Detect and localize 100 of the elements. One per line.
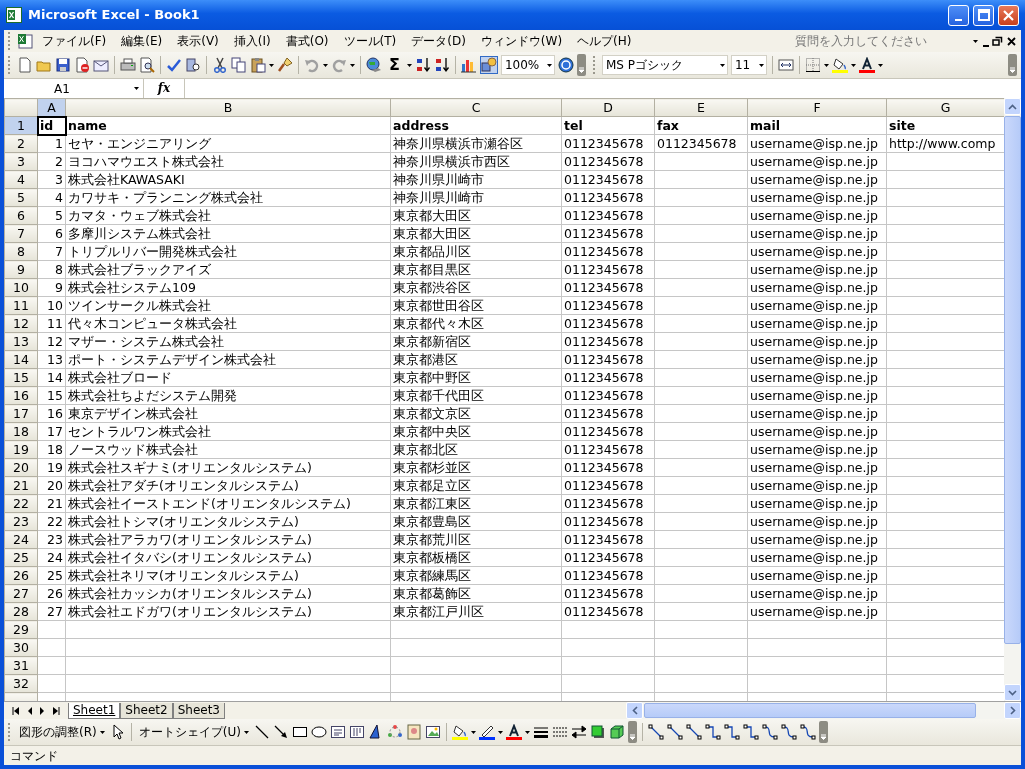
maximize-button[interactable] xyxy=(973,4,994,26)
restore-icon[interactable] xyxy=(992,35,1003,47)
caret-icon[interactable] xyxy=(546,63,552,67)
rectangle-icon[interactable] xyxy=(291,724,308,740)
sort-ascending-icon[interactable] xyxy=(414,57,431,73)
first-sheet-icon[interactable] xyxy=(12,706,19,715)
vertical-scrollbar[interactable] xyxy=(1004,98,1021,701)
menu-item[interactable]: 編集(E) xyxy=(115,31,169,51)
elbow-connector-icon[interactable] xyxy=(704,724,721,740)
line-style-icon[interactable] xyxy=(532,724,549,740)
dash-style-icon[interactable] xyxy=(551,724,568,740)
arrow-icon[interactable] xyxy=(272,724,289,740)
bar-chart-icon[interactable] xyxy=(460,57,477,73)
caret-icon[interactable] xyxy=(758,63,764,67)
clip-art-icon[interactable] xyxy=(405,724,422,740)
column-header[interactable]: C xyxy=(390,98,562,117)
connector-icon[interactable] xyxy=(647,724,664,740)
column-header[interactable]: E xyxy=(654,98,748,117)
permission-icon[interactable] xyxy=(74,57,90,73)
line-icon[interactable] xyxy=(253,724,270,740)
menu-item[interactable]: ウィンドウ(W) xyxy=(474,31,569,51)
caret-icon[interactable] xyxy=(719,63,725,67)
sheet-tab[interactable]: Sheet2 xyxy=(120,702,173,719)
caret-icon[interactable] xyxy=(243,730,249,734)
menu-item[interactable]: ファイル(F) xyxy=(36,31,113,51)
caret-icon[interactable] xyxy=(406,63,412,67)
last-sheet-icon[interactable] xyxy=(53,706,60,715)
oval-icon[interactable] xyxy=(310,724,327,740)
print-preview-icon[interactable] xyxy=(139,57,155,73)
toolbar-options-icon[interactable] xyxy=(1008,54,1017,76)
horizontal-scrollbar[interactable] xyxy=(626,702,1021,719)
menu-item[interactable]: 挿入(I) xyxy=(227,31,277,51)
caret-icon[interactable] xyxy=(323,63,328,67)
save-icon[interactable] xyxy=(55,57,71,73)
close-icon[interactable] xyxy=(1006,35,1017,47)
shadow-icon[interactable] xyxy=(589,724,606,740)
elbow-connector-icon[interactable] xyxy=(742,724,759,740)
caret-icon[interactable] xyxy=(877,63,883,67)
font-size-dropdown[interactable]: 11 xyxy=(730,55,767,75)
caret-icon[interactable] xyxy=(850,63,856,67)
fill-color-icon[interactable] xyxy=(451,724,468,740)
font-color-icon[interactable] xyxy=(858,57,875,73)
workbook-icon[interactable] xyxy=(17,33,33,49)
copy-icon[interactable] xyxy=(231,57,247,73)
column-header[interactable]: B xyxy=(65,98,391,117)
draw-menu-button[interactable]: 図形の調整(R) xyxy=(17,722,107,742)
column-header[interactable]: G xyxy=(886,98,1004,117)
zoom-dropdown[interactable]: 100% xyxy=(500,55,555,75)
picture-icon[interactable] xyxy=(424,724,441,740)
caret-icon[interactable] xyxy=(823,63,829,67)
spelling-check-icon[interactable] xyxy=(166,57,182,73)
arrow-style-icon[interactable] xyxy=(570,724,587,740)
menu-item[interactable]: データ(D) xyxy=(405,31,472,51)
email-icon[interactable] xyxy=(93,57,109,73)
next-sheet-icon[interactable] xyxy=(40,706,45,715)
elbow-connector-icon[interactable] xyxy=(723,724,740,740)
caret-icon[interactable] xyxy=(524,730,530,734)
paste-icon[interactable] xyxy=(250,57,266,73)
globe-icon[interactable] xyxy=(366,57,382,73)
menu-item[interactable]: ヘルプ(H) xyxy=(571,31,638,51)
insert-function-button[interactable]: fx xyxy=(144,79,184,98)
text-box-icon[interactable] xyxy=(329,724,346,740)
formula-input-field[interactable] xyxy=(184,79,1021,98)
curved-connector-icon[interactable] xyxy=(761,724,778,740)
caret-icon[interactable] xyxy=(497,730,503,734)
caret-icon[interactable] xyxy=(134,87,139,90)
menu-item[interactable]: ツール(T) xyxy=(337,31,403,51)
curved-connector-icon[interactable] xyxy=(799,724,816,740)
column-header[interactable]: F xyxy=(747,98,887,117)
cube-icon[interactable] xyxy=(608,724,625,740)
vertical-text-box-icon[interactable] xyxy=(348,724,365,740)
caret-icon[interactable] xyxy=(269,63,274,67)
toolbar-options-icon[interactable] xyxy=(627,721,637,743)
borders-icon[interactable] xyxy=(804,57,821,73)
connector-icon[interactable] xyxy=(666,724,683,740)
menu-item[interactable]: 書式(O) xyxy=(279,31,335,51)
caret-icon[interactable] xyxy=(99,730,105,734)
autoshapes-menu-button[interactable]: オートシェイプ(U) xyxy=(136,722,251,742)
connector-icon[interactable] xyxy=(685,724,702,740)
brush-icon[interactable] xyxy=(277,57,293,73)
research-icon[interactable] xyxy=(185,57,201,73)
help-search-field[interactable]: 質問を入力してください xyxy=(790,31,980,51)
caret-icon[interactable] xyxy=(350,63,355,67)
caret-icon[interactable] xyxy=(470,730,476,734)
drawing-toggle-button[interactable] xyxy=(479,56,498,74)
help-icon[interactable] xyxy=(557,57,574,73)
sheet-tab[interactable]: Sheet1 xyxy=(68,702,121,719)
merge-center-icon[interactable] xyxy=(777,57,794,73)
font-dropdown[interactable]: MS Pゴシック xyxy=(601,55,728,75)
column-header[interactable]: A xyxy=(37,98,66,117)
caret-icon[interactable] xyxy=(973,39,978,43)
menu-item[interactable]: 表示(V) xyxy=(171,31,225,51)
column-header[interactable]: D xyxy=(561,98,655,117)
fill-color-icon[interactable] xyxy=(831,57,848,73)
autosum-button[interactable]: Σ xyxy=(385,53,404,77)
sort-descending-icon[interactable] xyxy=(433,57,450,73)
font-color-icon[interactable] xyxy=(505,724,522,740)
cut-icon[interactable] xyxy=(212,57,228,73)
diagram-icon[interactable] xyxy=(386,724,403,740)
minimize-button[interactable] xyxy=(948,4,969,26)
